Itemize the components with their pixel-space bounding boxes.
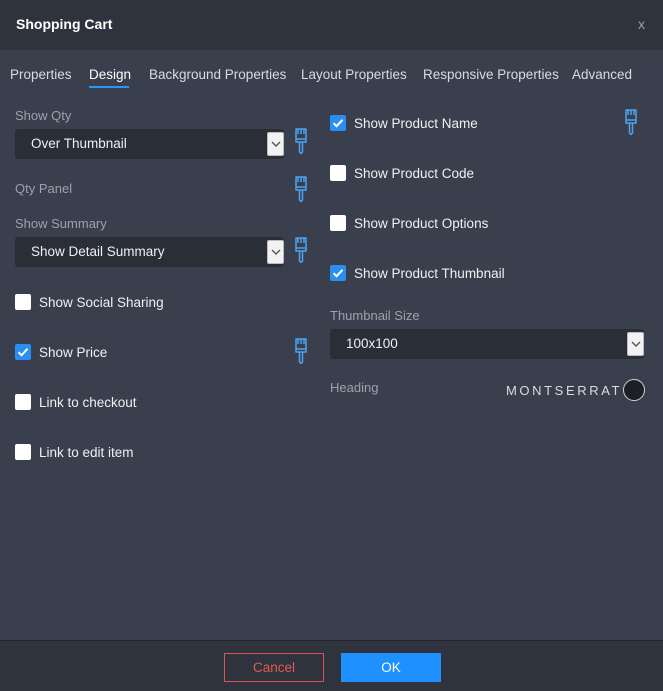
heading-label: Heading: [330, 380, 379, 395]
show-product-name-label: Show Product Name: [354, 116, 478, 131]
thumbnail-size-select[interactable]: 100x100: [330, 329, 644, 359]
ok-button[interactable]: OK: [341, 653, 441, 682]
show-product-code-label: Show Product Code: [354, 166, 475, 181]
qty-panel-label: Qty Panel: [15, 181, 73, 196]
show-qty-select[interactable]: Over Thumbnail: [15, 129, 284, 159]
paint-brush-icon[interactable]: [293, 128, 309, 154]
show-summary-value: Show Detail Summary: [31, 244, 165, 259]
checkmark-icon: [332, 119, 344, 128]
checkmark-icon: [332, 269, 344, 278]
heading-color-swatch[interactable]: [623, 379, 645, 401]
thumbnail-size-value: 100x100: [346, 336, 398, 351]
link-to-checkout-label: Link to checkout: [39, 395, 137, 410]
show-product-options-checkbox[interactable]: [330, 215, 346, 231]
chevron-down-icon[interactable]: [267, 132, 284, 156]
cancel-button[interactable]: Cancel: [224, 653, 324, 682]
heading-font-name[interactable]: MONTSERRAT: [506, 383, 622, 398]
show-product-options-label: Show Product Options: [354, 216, 489, 231]
chevron-down-icon[interactable]: [267, 240, 284, 264]
thumbnail-size-label: Thumbnail Size: [330, 308, 420, 323]
link-to-checkout-checkbox[interactable]: [15, 394, 31, 410]
checkmark-icon: [17, 348, 29, 357]
dialog-footer: Cancel OK: [0, 640, 663, 691]
show-price-checkbox[interactable]: [15, 344, 31, 360]
tab-design[interactable]: Design: [89, 67, 131, 82]
paint-brush-icon[interactable]: [623, 109, 639, 135]
show-qty-label: Show Qty: [15, 108, 72, 123]
tab-properties[interactable]: Properties: [10, 67, 72, 82]
paint-brush-icon[interactable]: [293, 176, 309, 202]
show-product-thumbnail-label: Show Product Thumbnail: [354, 266, 505, 281]
show-social-sharing-label: Show Social Sharing: [39, 295, 164, 310]
show-product-thumbnail-checkbox[interactable]: [330, 265, 346, 281]
dialog-titlebar: Shopping Cart x: [0, 0, 663, 50]
tab-background-properties[interactable]: Background Properties: [149, 67, 286, 82]
close-icon[interactable]: x: [638, 16, 645, 32]
show-social-sharing-checkbox[interactable]: [15, 294, 31, 310]
paint-brush-icon[interactable]: [293, 237, 309, 263]
dialog-title: Shopping Cart: [16, 16, 113, 32]
show-product-code-checkbox[interactable]: [330, 165, 346, 181]
tab-layout-properties[interactable]: Layout Properties: [301, 67, 407, 82]
tab-responsive-properties[interactable]: Responsive Properties: [423, 67, 559, 82]
link-to-edit-item-checkbox[interactable]: [15, 444, 31, 460]
show-summary-select[interactable]: Show Detail Summary: [15, 237, 284, 267]
chevron-down-icon[interactable]: [627, 332, 644, 356]
tab-advanced[interactable]: Advanced: [572, 67, 632, 82]
show-price-label: Show Price: [39, 345, 108, 360]
show-summary-label: Show Summary: [15, 216, 107, 231]
show-product-name-checkbox[interactable]: [330, 115, 346, 131]
show-qty-value: Over Thumbnail: [31, 136, 127, 151]
tab-bar: Properties Design Background Properties …: [0, 50, 663, 92]
link-to-edit-item-label: Link to edit item: [39, 445, 134, 460]
paint-brush-icon[interactable]: [293, 338, 309, 364]
active-tab-indicator: [89, 86, 129, 88]
